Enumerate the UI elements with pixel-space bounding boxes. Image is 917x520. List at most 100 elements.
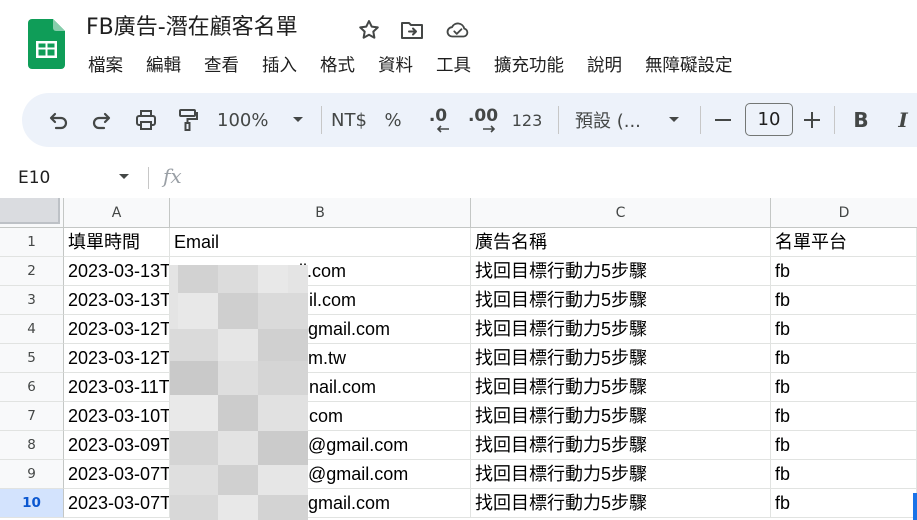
menu-accessibility[interactable]: 無障礙設定: [645, 53, 733, 79]
redo-icon[interactable]: [86, 93, 116, 147]
bold-label: B: [853, 108, 869, 132]
redaction-pixel: [218, 265, 258, 293]
cell-a7[interactable]: 2023-03-10T: [64, 402, 170, 431]
cell-a2[interactable]: 2023-03-13T: [64, 257, 170, 286]
cell-d5[interactable]: fb: [771, 344, 917, 373]
italic-button[interactable]: I: [890, 93, 916, 147]
undo-icon[interactable]: [44, 93, 74, 147]
cell-d8[interactable]: fb: [771, 431, 917, 460]
menu-help[interactable]: 說明: [587, 53, 622, 79]
redaction-pixel: [170, 495, 218, 520]
column-header-d[interactable]: D: [771, 198, 917, 228]
cell-d1[interactable]: 名單平台: [771, 228, 917, 257]
menu-insert[interactable]: 插入: [262, 53, 297, 79]
menu-file[interactable]: 檔案: [88, 53, 123, 79]
cell-c3[interactable]: 找回目標行動力5步驟: [471, 286, 771, 315]
font-size-input[interactable]: 10: [745, 103, 793, 136]
decrease-font-size-icon[interactable]: [710, 93, 736, 147]
redaction-pixel: [258, 395, 308, 431]
font-dropdown-icon[interactable]: [664, 93, 684, 147]
column-header-c[interactable]: C: [471, 198, 771, 228]
cell-a3[interactable]: 2023-03-13T: [64, 286, 170, 315]
menu-view[interactable]: 查看: [204, 53, 239, 79]
redaction-pixel: [178, 293, 218, 329]
toolbar-divider: [834, 106, 835, 134]
redaction-pixel: [170, 431, 218, 465]
redaction-pixel: [218, 293, 258, 329]
cell-d3[interactable]: fb: [771, 286, 917, 315]
decrease-decimal-button[interactable]: .0: [421, 93, 455, 147]
increase-font-size-icon[interactable]: [799, 93, 825, 147]
redaction-pixel: [258, 329, 308, 361]
cell-a9[interactable]: 2023-03-07T: [64, 460, 170, 489]
cell-b1[interactable]: Email: [170, 228, 471, 257]
document-title[interactable]: FB廣告-潛在顧客名單: [86, 13, 298, 43]
row-header-7[interactable]: 7: [0, 402, 64, 431]
row-header-10[interactable]: 10: [0, 489, 64, 518]
redaction-pixel: [258, 495, 308, 520]
font-family-select[interactable]: 預設 (...: [575, 93, 651, 147]
menu-edit[interactable]: 編輯: [146, 53, 181, 79]
star-icon[interactable]: [356, 17, 382, 43]
toolbar-divider: [321, 106, 322, 134]
cell-a4[interactable]: 2023-03-12T: [64, 315, 170, 344]
cell-c8[interactable]: 找回目標行動力5步驟: [471, 431, 771, 460]
bold-button[interactable]: B: [848, 93, 874, 147]
cell-d7[interactable]: fb: [771, 402, 917, 431]
menu-format[interactable]: 格式: [320, 53, 355, 79]
toolbar-divider: [558, 106, 559, 134]
move-folder-icon[interactable]: [399, 17, 425, 43]
percent-format-button[interactable]: %: [382, 93, 404, 147]
row-header-2[interactable]: 2: [0, 257, 64, 286]
paint-format-icon[interactable]: [172, 93, 204, 147]
cell-a1[interactable]: 填單時間: [64, 228, 170, 257]
cell-a8[interactable]: 2023-03-09T: [64, 431, 170, 460]
zoom-dropdown-icon[interactable]: [288, 93, 308, 147]
currency-format-button[interactable]: NT$: [328, 93, 370, 147]
select-all-corner[interactable]: [0, 198, 64, 228]
cloud-saved-icon[interactable]: [445, 17, 471, 43]
cell-c5[interactable]: 找回目標行動力5步驟: [471, 344, 771, 373]
cell-d6[interactable]: fb: [771, 373, 917, 402]
cell-c4[interactable]: 找回目標行動力5步驟: [471, 315, 771, 344]
print-icon[interactable]: [130, 93, 162, 147]
cell-c2[interactable]: 找回目標行動力5步驟: [471, 257, 771, 286]
menu-extensions[interactable]: 擴充功能: [494, 53, 564, 79]
redaction-pixel: [178, 265, 218, 293]
row-header-9[interactable]: 9: [0, 460, 64, 489]
column-header-b[interactable]: B: [170, 198, 471, 228]
row-header-6[interactable]: 6: [0, 373, 64, 402]
cell-a5[interactable]: 2023-03-12T: [64, 344, 170, 373]
redaction-pixel: [258, 431, 308, 465]
cell-d10[interactable]: fb: [771, 489, 917, 518]
formula-input[interactable]: [200, 158, 900, 198]
cell-c9[interactable]: 找回目標行動力5步驟: [471, 460, 771, 489]
percent-label: %: [384, 109, 402, 131]
cell-c10[interactable]: 找回目標行動力5步驟: [471, 489, 771, 518]
more-formats-button[interactable]: 123: [511, 93, 543, 147]
cell-c7[interactable]: 找回目標行動力5步驟: [471, 402, 771, 431]
cell-d9[interactable]: fb: [771, 460, 917, 489]
menu-data[interactable]: 資料: [378, 53, 413, 79]
row-header-5[interactable]: 5: [0, 344, 64, 373]
function-icon: fx: [163, 164, 182, 188]
redaction-pixel: [258, 293, 308, 329]
name-box-dropdown-icon[interactable]: [118, 173, 130, 181]
sheets-logo-icon: [28, 19, 65, 69]
cell-a6[interactable]: 2023-03-11T: [64, 373, 170, 402]
cell-a10[interactable]: 2023-03-07T: [64, 489, 170, 518]
row-header-3[interactable]: 3: [0, 286, 64, 315]
redaction-pixel: [218, 431, 258, 465]
cell-d4[interactable]: fb: [771, 315, 917, 344]
row-header-8[interactable]: 8: [0, 431, 64, 460]
row-header-1[interactable]: 1: [0, 228, 64, 257]
redaction-pixel: [258, 265, 288, 293]
increase-decimal-button[interactable]: .00: [466, 93, 500, 147]
cell-c6[interactable]: 找回目標行動力5步驟: [471, 373, 771, 402]
menu-tools[interactable]: 工具: [436, 53, 471, 79]
column-header-a[interactable]: A: [64, 198, 170, 228]
zoom-select[interactable]: 100%: [217, 93, 281, 147]
cell-d2[interactable]: fb: [771, 257, 917, 286]
row-header-4[interactable]: 4: [0, 315, 64, 344]
cell-c1[interactable]: 廣告名稱: [471, 228, 771, 257]
